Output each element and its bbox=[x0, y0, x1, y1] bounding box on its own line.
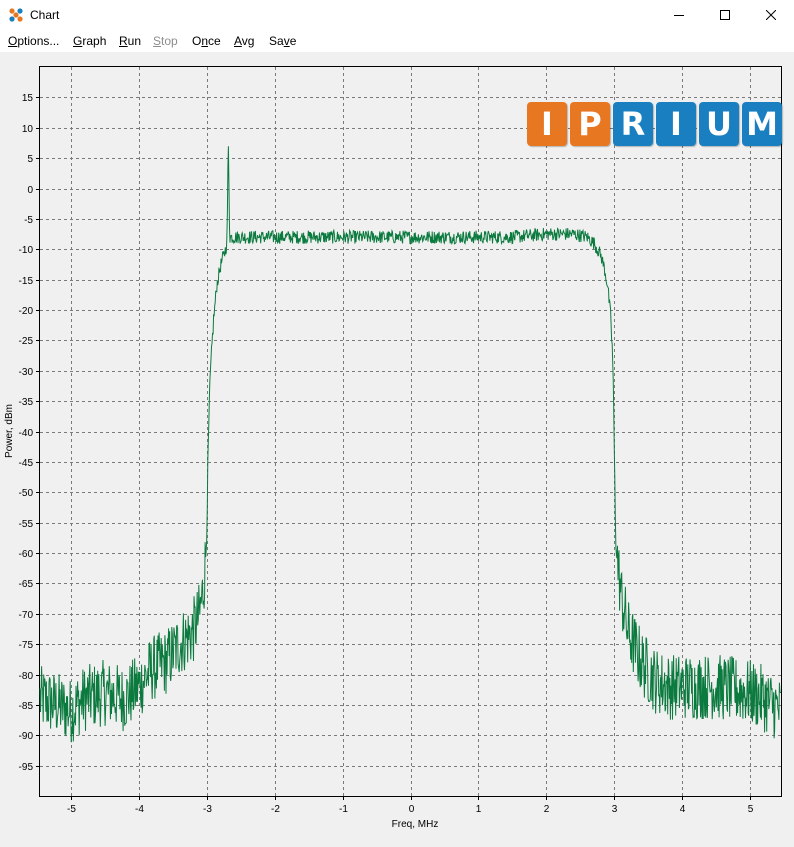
spectrum-chart[interactable]: 151050-5-10-15-20-25-30-35-40-45-50-55-6… bbox=[0, 52, 794, 847]
x-tick-label: -1 bbox=[339, 804, 348, 815]
menu-options[interactable]: Options... bbox=[8, 34, 59, 48]
x-axis-title: Freq, MHz bbox=[392, 819, 439, 830]
menu-run[interactable]: Run bbox=[119, 34, 141, 48]
y-tick-label: -20 bbox=[19, 306, 34, 317]
window-title: Chart bbox=[30, 8, 60, 22]
y-tick-label: -80 bbox=[19, 671, 34, 682]
y-tick-label: -65 bbox=[19, 579, 34, 590]
logo-tile: R bbox=[613, 102, 653, 146]
x-tick-label: -2 bbox=[271, 804, 280, 815]
y-tick-label: 15 bbox=[22, 93, 34, 104]
y-tick-label: -55 bbox=[19, 519, 34, 530]
y-tick-label: -10 bbox=[19, 245, 34, 256]
y-tick-label: -25 bbox=[19, 336, 34, 347]
maximize-button[interactable] bbox=[702, 0, 748, 30]
logo-tile: I bbox=[527, 102, 567, 146]
y-tick-label: -60 bbox=[19, 549, 34, 560]
y-tick-label: -85 bbox=[19, 701, 34, 712]
y-tick-label: -95 bbox=[19, 762, 34, 773]
minimize-icon bbox=[674, 15, 684, 16]
menu-stop[interactable]: Stop bbox=[153, 34, 178, 48]
y-tick-label: 10 bbox=[22, 124, 34, 135]
y-tick-label: -90 bbox=[19, 731, 34, 742]
y-tick-label: -75 bbox=[19, 640, 34, 651]
maximize-icon bbox=[720, 10, 730, 20]
minimize-button[interactable] bbox=[656, 0, 702, 30]
x-tick-label: -4 bbox=[135, 804, 144, 815]
menu-save[interactable]: Save bbox=[269, 34, 296, 48]
x-tick-label: 3 bbox=[612, 804, 618, 815]
y-tick-label: -45 bbox=[19, 458, 34, 469]
y-tick-label: -5 bbox=[24, 215, 33, 226]
logo-tile: M bbox=[742, 102, 782, 146]
menu-graph[interactable]: Graph bbox=[73, 34, 106, 48]
logo-tile: P bbox=[570, 102, 610, 146]
y-tick-label: -70 bbox=[19, 610, 34, 621]
logo-tile: U bbox=[699, 102, 739, 146]
app-dots-icon bbox=[9, 8, 23, 22]
y-tick-label: -50 bbox=[19, 488, 34, 499]
x-tick-label: 4 bbox=[680, 804, 686, 815]
y-tick-label: 0 bbox=[27, 185, 33, 196]
iprium-logo: IPRIUM bbox=[527, 102, 782, 148]
logo-tile: I bbox=[656, 102, 696, 146]
y-tick-label: -15 bbox=[19, 276, 34, 287]
x-tick-label: -3 bbox=[203, 804, 212, 815]
close-icon bbox=[766, 10, 776, 20]
menu-once[interactable]: Once bbox=[192, 34, 221, 48]
y-tick-label: -40 bbox=[19, 428, 34, 439]
y-tick-label: 5 bbox=[27, 154, 33, 165]
x-tick-label: 1 bbox=[476, 804, 482, 815]
x-tick-label: -5 bbox=[67, 804, 76, 815]
x-tick-label: 0 bbox=[409, 804, 415, 815]
menu-bar: Options... Graph Run Stop Once Avg Save bbox=[0, 31, 794, 53]
y-axis-title: Power, dBm bbox=[4, 404, 15, 458]
y-tick-label: -35 bbox=[19, 397, 34, 408]
x-tick-label: 5 bbox=[748, 804, 754, 815]
y-tick-label: -30 bbox=[19, 367, 34, 378]
title-bar: Chart bbox=[0, 0, 794, 31]
menu-avg[interactable]: Avg bbox=[234, 34, 254, 48]
x-tick-label: 2 bbox=[544, 804, 550, 815]
close-button[interactable] bbox=[748, 0, 794, 30]
